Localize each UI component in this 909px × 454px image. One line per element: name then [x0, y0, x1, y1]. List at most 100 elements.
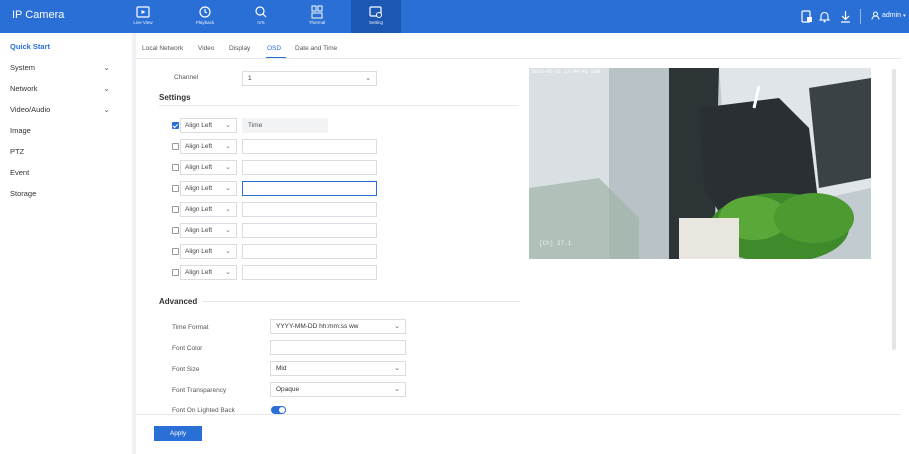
osd-text-field[interactable]	[242, 181, 377, 196]
tab-display[interactable]: Display	[229, 45, 250, 52]
scrollbar[interactable]	[892, 69, 896, 350]
active-tab-indicator	[266, 57, 286, 58]
sidebar-item-event[interactable]: Event	[10, 168, 122, 177]
font-color-field[interactable]	[270, 340, 406, 355]
channel-value: 1	[248, 75, 252, 82]
sidebar-item-ptz[interactable]: PTZ	[10, 147, 122, 156]
osd-checkbox[interactable]	[172, 164, 179, 171]
time-format-select[interactable]: YYYY-MM-DD hh:mm:ss ww ⌄	[270, 319, 406, 334]
font-size-select[interactable]: Mid ⌄	[270, 361, 406, 376]
sidebar-item-label: PTZ	[10, 147, 25, 156]
sidebar-item-system[interactable]: System ⌄	[10, 63, 122, 72]
osd-checkbox[interactable]	[172, 269, 179, 276]
chevron-down-icon: ⌄	[225, 269, 231, 276]
align-value: Align Left	[185, 185, 213, 192]
align-select[interactable]: Align Left ⌄	[180, 223, 237, 238]
osd-text-field[interactable]	[242, 244, 377, 259]
chevron-down-icon: ⌄	[394, 323, 400, 330]
main-panel: Local Network Video Display OSD Date and…	[136, 33, 909, 454]
align-select[interactable]: Align Left ⌄	[180, 160, 237, 175]
nav-label: Thermal	[308, 20, 326, 25]
font-transparency-value: Opaque	[276, 386, 300, 393]
sidebar-item-label: Quick Start	[10, 42, 51, 51]
align-value: Align Left	[185, 248, 213, 255]
ivs-icon	[255, 6, 267, 18]
live-view-icon	[136, 6, 150, 18]
osd-text-field[interactable]: Time	[242, 118, 328, 133]
osd-text-field[interactable]	[242, 139, 377, 154]
osd-text-field[interactable]	[242, 202, 377, 217]
user-name: admin	[882, 12, 902, 19]
nav-live-view[interactable]: Live View	[118, 0, 168, 33]
thermal-icon	[311, 5, 323, 19]
align-select[interactable]: Align Left ⌄	[180, 181, 237, 196]
nav-label: Live View	[133, 20, 153, 25]
nav-playback[interactable]: Playback	[180, 0, 230, 33]
sidebar-item-video-audio[interactable]: Video/Audio ⌄	[10, 105, 122, 114]
download-icon[interactable]	[839, 10, 852, 23]
align-value: Align Left	[185, 122, 213, 129]
apply-button[interactable]: Apply	[154, 426, 202, 441]
tab-video[interactable]: Video	[198, 45, 215, 52]
osd-checkbox[interactable]	[172, 185, 179, 192]
chevron-down-icon: ⌄	[225, 185, 231, 192]
font-color-label: Font Color	[172, 345, 203, 352]
font-on-lighted-back-label: Font On Lighted Back	[172, 407, 235, 414]
align-select[interactable]: Align Left ⌄	[180, 202, 237, 217]
osd-checkbox[interactable]	[172, 248, 179, 255]
osd-channel-text: [Ch] 27.1	[539, 240, 572, 247]
chevron-down-icon: ⌄	[225, 227, 231, 234]
chevron-down-icon: ⌄	[225, 122, 231, 129]
align-value: Align Left	[185, 227, 213, 234]
osd-checkbox[interactable]	[172, 206, 179, 213]
tab-local-network[interactable]: Local Network	[142, 45, 183, 52]
chevron-down-icon: ⌄	[103, 105, 110, 114]
align-select[interactable]: Align Left ⌄	[180, 244, 237, 259]
app-title: IP Camera	[12, 9, 65, 21]
channel-select[interactable]: 1 ⌄	[242, 71, 377, 86]
sidebar-item-label: Image	[10, 126, 31, 135]
osd-text-field[interactable]	[242, 223, 377, 238]
align-select[interactable]: Align Left ⌄	[180, 265, 237, 280]
nav-thermal[interactable]: Thermal	[292, 0, 342, 33]
align-select[interactable]: Align Left ⌄	[180, 139, 237, 154]
osd-text-field[interactable]	[242, 160, 377, 175]
sidebar-item-label: System	[10, 63, 36, 72]
font-transparency-label: Font Transparency	[172, 387, 227, 394]
font-transparency-select[interactable]: Opaque ⌄	[270, 382, 406, 397]
divider	[136, 414, 901, 415]
font-size-value: Mid	[276, 365, 287, 372]
user-menu[interactable]: admin ▾	[871, 11, 906, 20]
tab-osd[interactable]: OSD	[267, 45, 281, 52]
chevron-down-icon: ⌄	[394, 365, 400, 372]
align-select[interactable]: Align Left ⌄	[180, 118, 237, 133]
chevron-down-icon: ⌄	[225, 164, 231, 171]
sidebar-item-network[interactable]: Network ⌄	[10, 84, 122, 93]
export-icon[interactable]	[800, 10, 813, 23]
sidebar-item-image[interactable]: Image	[10, 126, 122, 135]
setting-icon	[369, 6, 382, 18]
nav-ivs[interactable]: IVS	[236, 0, 286, 33]
sidebar-item-quick-start[interactable]: Quick Start	[10, 42, 122, 51]
sidebar-item-storage[interactable]: Storage	[10, 189, 122, 198]
nav-setting[interactable]: Setting	[351, 0, 401, 33]
divider	[159, 105, 519, 106]
tabs-divider	[136, 58, 901, 59]
osd-text-field[interactable]	[242, 265, 377, 280]
bell-icon[interactable]	[818, 10, 831, 23]
sidebar-item-label: Network	[10, 84, 38, 93]
font-on-lighted-back-toggle[interactable]	[271, 406, 286, 414]
chevron-down-icon: ⌄	[394, 386, 400, 393]
tab-date-and-time[interactable]: Date and Time	[295, 45, 337, 52]
chevron-down-icon: ⌄	[365, 75, 371, 82]
user-icon	[871, 11, 880, 20]
nav-label: Setting	[368, 20, 383, 25]
top-bar: IP Camera Live View Playback IVS Thermal…	[0, 0, 909, 33]
chevron-down-icon: ⌄	[225, 248, 231, 255]
osd-checkbox[interactable]	[172, 143, 179, 150]
sidebar-item-label: Video/Audio	[10, 105, 51, 114]
camera-scene-image	[529, 68, 871, 259]
align-value: Align Left	[185, 143, 213, 150]
osd-checkbox[interactable]	[172, 227, 179, 234]
osd-checkbox[interactable]	[172, 122, 179, 129]
